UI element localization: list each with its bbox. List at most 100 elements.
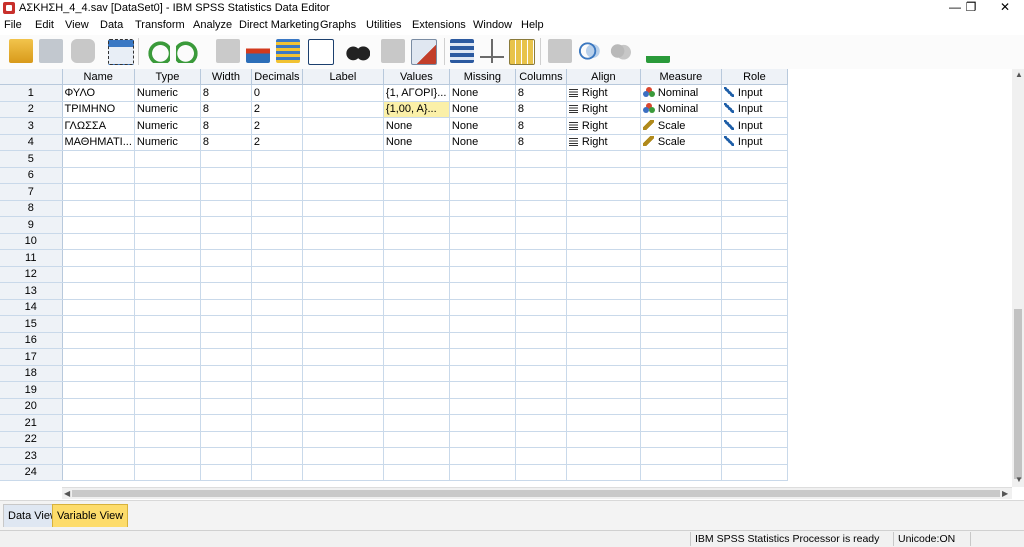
empty-cell[interactable] — [62, 398, 135, 415]
empty-cell[interactable] — [721, 381, 788, 399]
cell-label[interactable] — [302, 134, 384, 151]
empty-cell[interactable] — [200, 266, 252, 283]
cell-name[interactable]: ΓΛΩΣΣΑ — [62, 117, 135, 135]
empty-cell[interactable] — [515, 233, 567, 250]
split-file-icon[interactable] — [450, 39, 474, 63]
empty-cell[interactable] — [200, 365, 252, 382]
column-header-label[interactable]: Label — [302, 69, 384, 85]
empty-cell[interactable] — [62, 266, 135, 283]
empty-cell[interactable] — [134, 249, 201, 267]
cell-values[interactable]: None — [383, 117, 450, 135]
empty-cell[interactable] — [302, 249, 384, 267]
cell-type[interactable]: Numeric — [134, 117, 201, 135]
empty-cell[interactable] — [62, 348, 135, 366]
empty-cell[interactable] — [515, 365, 567, 382]
row-number[interactable]: 7 — [0, 183, 63, 201]
empty-cell[interactable] — [200, 200, 252, 217]
empty-cell[interactable] — [62, 249, 135, 267]
empty-cell[interactable] — [515, 398, 567, 415]
empty-cell[interactable] — [515, 282, 567, 300]
row-number[interactable]: 13 — [0, 282, 63, 300]
cell-measure[interactable]: Scale — [640, 134, 722, 151]
row-number[interactable]: 14 — [0, 299, 63, 316]
empty-cell[interactable] — [251, 167, 303, 184]
scroll-right-arrow-icon[interactable]: ▶ — [1002, 489, 1008, 498]
empty-cell[interactable] — [721, 348, 788, 366]
empty-cell[interactable] — [134, 266, 201, 283]
empty-cell[interactable] — [721, 398, 788, 415]
empty-cell[interactable] — [302, 233, 384, 250]
empty-cell[interactable] — [302, 398, 384, 415]
empty-cell[interactable] — [449, 266, 516, 283]
horizontal-scrollbar[interactable]: ◀ ▶ — [62, 487, 1012, 499]
empty-cell[interactable] — [383, 200, 450, 217]
save-icon[interactable] — [39, 39, 63, 63]
empty-cell[interactable] — [566, 365, 641, 382]
cell-values[interactable]: None — [383, 134, 450, 151]
empty-cell[interactable] — [640, 315, 722, 333]
empty-cell[interactable] — [302, 282, 384, 300]
row-number[interactable]: 4 — [0, 134, 63, 151]
insert-cases-icon[interactable] — [381, 39, 405, 63]
column-header-decimals[interactable]: Decimals — [251, 69, 303, 85]
empty-cell[interactable] — [449, 447, 516, 465]
empty-cell[interactable] — [383, 348, 450, 366]
cell-decimals[interactable]: 2 — [251, 134, 303, 151]
empty-cell[interactable] — [302, 216, 384, 234]
empty-cell[interactable] — [566, 150, 641, 168]
empty-cell[interactable] — [62, 365, 135, 382]
empty-cell[interactable] — [251, 266, 303, 283]
row-number[interactable]: 18 — [0, 365, 63, 382]
empty-cell[interactable] — [200, 282, 252, 300]
empty-cell[interactable] — [640, 249, 722, 267]
tab-variable-view[interactable]: Variable View — [52, 504, 129, 527]
column-header-width[interactable]: Width — [200, 69, 252, 85]
empty-cell[interactable] — [566, 464, 641, 481]
menu-data[interactable]: Data — [100, 19, 123, 31]
empty-cell[interactable] — [515, 167, 567, 184]
row-number[interactable]: 9 — [0, 216, 63, 234]
empty-cell[interactable] — [566, 431, 641, 448]
cell-width[interactable]: 8 — [200, 134, 252, 151]
cell-role[interactable]: Input — [721, 134, 788, 151]
empty-cell[interactable] — [566, 200, 641, 217]
menu-file[interactable]: File — [4, 19, 22, 31]
go-to-variable-icon[interactable] — [246, 39, 270, 63]
empty-cell[interactable] — [640, 332, 722, 349]
cell-decimals[interactable]: 2 — [251, 101, 303, 118]
empty-cell[interactable] — [515, 216, 567, 234]
empty-cell[interactable] — [640, 282, 722, 300]
empty-cell[interactable] — [383, 233, 450, 250]
empty-cell[interactable] — [251, 150, 303, 168]
empty-cell[interactable] — [449, 464, 516, 481]
empty-cell[interactable] — [515, 381, 567, 399]
scroll-down-arrow-icon[interactable]: ▼ — [1015, 475, 1023, 484]
empty-cell[interactable] — [449, 431, 516, 448]
redo-icon[interactable] — [176, 39, 200, 63]
empty-cell[interactable] — [302, 150, 384, 168]
empty-cell[interactable] — [449, 414, 516, 432]
cell-width[interactable]: 8 — [200, 84, 252, 102]
empty-cell[interactable] — [515, 315, 567, 333]
empty-cell[interactable] — [449, 249, 516, 267]
empty-cell[interactable] — [640, 150, 722, 168]
empty-cell[interactable] — [62, 299, 135, 316]
empty-cell[interactable] — [302, 431, 384, 448]
empty-cell[interactable] — [566, 414, 641, 432]
empty-cell[interactable] — [251, 447, 303, 465]
empty-cell[interactable] — [200, 464, 252, 481]
empty-cell[interactable] — [566, 348, 641, 366]
empty-cell[interactable] — [200, 332, 252, 349]
empty-cell[interactable] — [449, 398, 516, 415]
empty-cell[interactable] — [449, 282, 516, 300]
empty-cell[interactable] — [515, 348, 567, 366]
empty-cell[interactable] — [200, 431, 252, 448]
empty-cell[interactable] — [62, 315, 135, 333]
cell-columns[interactable]: 8 — [515, 134, 567, 151]
empty-cell[interactable] — [251, 398, 303, 415]
empty-cell[interactable] — [640, 266, 722, 283]
empty-cell[interactable] — [200, 315, 252, 333]
cell-label[interactable] — [302, 117, 384, 135]
empty-cell[interactable] — [721, 464, 788, 481]
select-cases-icon[interactable] — [509, 39, 535, 65]
